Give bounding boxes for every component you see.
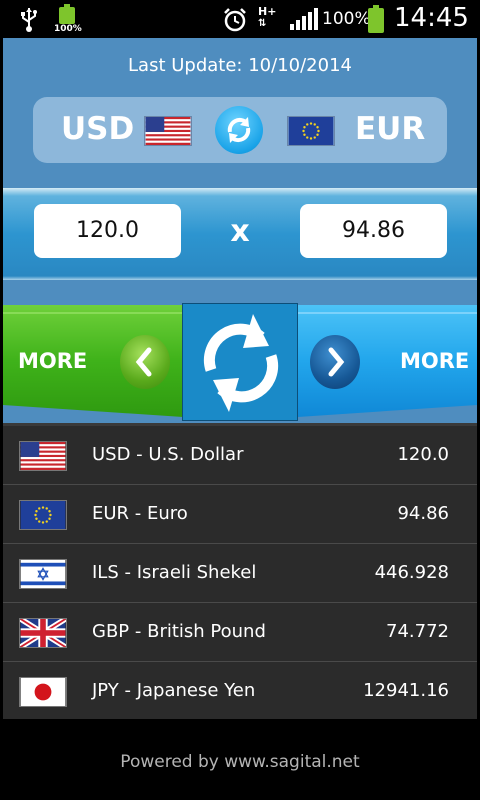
navigation-band: MORE MORE: [3, 280, 477, 423]
from-currency-code[interactable]: USD: [61, 111, 134, 147]
currency-name: EUR - Euro: [92, 503, 188, 524]
more-left-button[interactable]: MORE: [3, 305, 183, 417]
battery-icon: [368, 5, 384, 33]
more-right-button[interactable]: MORE: [298, 305, 477, 417]
list-item[interactable]: EUR - Euro 94.86: [3, 485, 477, 544]
powered-by-footer[interactable]: Powered by www.sagital.net: [0, 752, 480, 772]
convert-refresh-icon: [203, 314, 279, 412]
eu-flag-icon[interactable]: [287, 116, 335, 146]
usb-icon: [21, 8, 37, 32]
il-flag-icon: [19, 559, 67, 589]
more-right-label: MORE: [400, 349, 470, 373]
list-item[interactable]: ILS - Israeli Shekel 446.928: [3, 544, 477, 603]
chevron-left-icon[interactable]: [120, 335, 170, 389]
alarm-clock-icon: [224, 8, 246, 32]
jp-flag-icon: [19, 677, 67, 707]
amount-input-band: 120.0 x 94.86: [3, 188, 477, 280]
list-item[interactable]: JPY - Japanese Yen 12941.16: [3, 662, 477, 721]
header: Last Update: 10/10/2014 USD EUR: [3, 38, 477, 188]
currency-name: USD - U.S. Dollar: [92, 444, 244, 465]
convert-button[interactable]: [182, 303, 298, 421]
eu-flag-icon: [19, 500, 67, 530]
swap-currencies-button[interactable]: [215, 106, 263, 154]
more-left-label: MORE: [18, 349, 88, 373]
gb-flag-icon: [19, 618, 67, 648]
to-currency-code[interactable]: EUR: [355, 111, 425, 147]
currency-value: 120.0: [397, 444, 449, 465]
currency-list: USD - U.S. Dollar 120.0 EUR - Euro 94.86…: [3, 423, 477, 719]
list-item[interactable]: GBP - British Pound 74.772: [3, 603, 477, 662]
currency-value: 74.772: [386, 621, 449, 642]
signal-strength-icon: [290, 8, 318, 30]
us-flag-icon[interactable]: [144, 116, 192, 146]
status-bar: 100% H+ ⇅ 100% 14:45: [0, 0, 480, 38]
chevron-right-icon[interactable]: [310, 335, 360, 389]
last-update-label: Last Update: 10/10/2014: [128, 55, 352, 76]
battery-small-pct: 100%: [54, 24, 82, 34]
currency-value: 12941.16: [363, 680, 449, 701]
to-amount-field[interactable]: 94.86: [300, 204, 447, 258]
network-type: H+ ⇅: [258, 5, 277, 29]
currency-value: 94.86: [397, 503, 449, 524]
currency-value: 446.928: [374, 562, 449, 583]
currency-name: JPY - Japanese Yen: [92, 680, 256, 701]
refresh-icon: [227, 117, 251, 143]
battery-charge-icon: 100%: [54, 4, 82, 34]
app-screen: 100% H+ ⇅ 100% 14:45 Last Update: 10/10/2…: [0, 0, 480, 800]
clock: 14:45: [394, 3, 469, 33]
currency-pair-selector: USD EUR: [33, 97, 447, 163]
us-flag-icon: [19, 441, 67, 471]
list-item[interactable]: USD - U.S. Dollar 120.0: [3, 426, 477, 485]
currency-name: ILS - Israeli Shekel: [92, 562, 257, 583]
currency-name: GBP - British Pound: [92, 621, 266, 642]
battery-percent: 100%: [322, 9, 371, 29]
